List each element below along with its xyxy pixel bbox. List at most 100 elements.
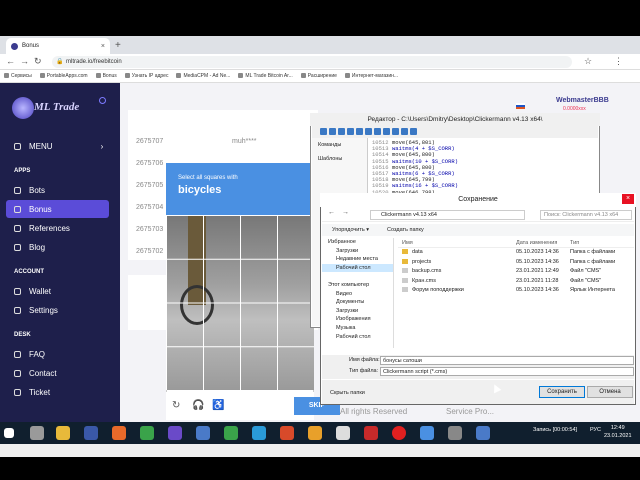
col-name[interactable]: Имя [398, 238, 516, 247]
back-icon[interactable]: ← [328, 209, 335, 216]
tree-item[interactable]: Недавние места [322, 255, 393, 264]
bookmark-item[interactable]: Расширение [301, 73, 337, 79]
templates-tab[interactable]: Шаблоны [312, 152, 367, 166]
cancel-button[interactable]: Отмена [587, 386, 633, 398]
run-icon[interactable] [392, 128, 399, 135]
sidebar-item-ticket[interactable]: Ticket [14, 388, 50, 397]
col-date[interactable]: Дата изменения [516, 238, 570, 247]
tree-item[interactable]: Этот компьютер [322, 281, 393, 290]
taskbar-app-icon[interactable] [448, 426, 462, 440]
new-tab-button[interactable]: + [115, 40, 121, 51]
tree-item[interactable]: Видео [322, 290, 393, 299]
tree-item[interactable]: Избранное [322, 238, 393, 247]
new-folder-button[interactable]: Создать папку [387, 227, 424, 233]
footer-link[interactable]: Service Pro... [446, 407, 494, 416]
flag-icon[interactable] [516, 103, 525, 109]
tree-item[interactable]: Музыка [322, 324, 393, 333]
sidebar-item-settings[interactable]: Settings [14, 306, 58, 315]
bookmark-item[interactable]: Bonus [96, 73, 117, 79]
col-type[interactable]: Тип [570, 238, 624, 247]
folder-tree[interactable]: Избранное Загрузки Недавние места Рабочий с… [322, 238, 394, 348]
explorer-icon[interactable] [56, 426, 70, 440]
bookmark-item[interactable]: Интернет-магазин... [345, 73, 398, 79]
record-icon[interactable] [392, 426, 406, 440]
tree-item[interactable]: Загрузки [322, 307, 393, 316]
taskbar-app-icon[interactable] [476, 426, 490, 440]
headphones-icon[interactable]: 🎧 [192, 400, 204, 411]
new-icon[interactable] [320, 128, 327, 135]
browser-tab[interactable]: Bonus × [6, 38, 110, 54]
clock[interactable]: 12:49 23.01.2021 [604, 424, 632, 440]
copy-icon[interactable] [356, 128, 363, 135]
redo-icon[interactable] [383, 128, 390, 135]
url-input[interactable]: 🔒 mltrade.io/freebitcoin [52, 56, 572, 68]
bookmark-item[interactable]: ML Trade Bitcoin Ar... [238, 73, 292, 79]
reload-icon[interactable]: ↻ [34, 56, 42, 67]
menu-dots-icon[interactable]: ⋮ [614, 56, 623, 67]
tree-item[interactable]: Рабочий стол [322, 263, 393, 273]
filename-input[interactable]: бонусы сатоши [380, 356, 634, 365]
taskbar-app-icon[interactable] [308, 426, 322, 440]
chrome-icon[interactable] [224, 426, 238, 440]
taskbar-app-icon[interactable] [84, 426, 98, 440]
bookmark-item[interactable]: MediaCPM - Ad Ne... [176, 73, 230, 79]
language-indicator[interactable]: РУС [590, 427, 601, 433]
save-icon[interactable] [338, 128, 345, 135]
captcha-grid[interactable] [166, 215, 314, 390]
file-row[interactable]: Форум поподдержки 05.10.2023 14:36 Ярлык И… [398, 286, 634, 296]
search-input[interactable]: Поиск: Clickermann v4.13 x64 [540, 210, 632, 220]
filetype-select[interactable]: Clickermann script (*.cms) [380, 367, 634, 376]
taskbar-app-icon[interactable] [280, 426, 294, 440]
taskbar-app-icon[interactable] [364, 426, 378, 440]
tree-item[interactable] [322, 272, 393, 281]
save-button[interactable]: Сохранить [539, 386, 585, 398]
chrome-icon[interactable] [140, 426, 154, 440]
hide-folders-button[interactable]: Скрыть папки [330, 390, 365, 396]
tree-item[interactable]: Рабочий стол [322, 333, 393, 342]
code-area[interactable]: 10512 move(645,801) 10513 waitms(4 + $S_COR… [372, 139, 458, 196]
file-row[interactable]: Кран.cms 23.01.2021 11:28 Файл "CMS" [398, 277, 634, 287]
taskbar-app-icon[interactable] [196, 426, 210, 440]
sidebar-toggle-icon[interactable] [99, 97, 106, 104]
bookmark-item[interactable]: Узнать IP адрес [125, 73, 169, 79]
sidebar-item-bonus[interactable]: Bonus [14, 205, 52, 214]
taskbar-app-icon[interactable] [336, 426, 350, 440]
taskbar-app-icon[interactable] [420, 426, 434, 440]
close-tab-icon[interactable]: × [101, 43, 105, 50]
tree-item[interactable]: Изображения [322, 315, 393, 324]
record-icon[interactable] [401, 128, 408, 135]
sidebar-item-menu[interactable]: MENU › [14, 142, 103, 151]
sidebar-item-references[interactable]: References [14, 224, 70, 233]
paste-icon[interactable] [365, 128, 372, 135]
sidebar-item-contact[interactable]: Contact [14, 369, 57, 378]
undo-icon[interactable] [374, 128, 381, 135]
bookmark-item[interactable]: PortableApps.com [40, 73, 88, 79]
taskbar-app-icon[interactable] [30, 426, 44, 440]
forward-icon[interactable]: → [20, 56, 29, 66]
file-row[interactable]: backup.cms 23.01.2021 12:49 Файл "CMS" [398, 267, 634, 277]
commands-tab[interactable]: Команды [312, 138, 367, 152]
help-icon[interactable] [410, 128, 417, 135]
forward-icon[interactable]: → [342, 209, 349, 216]
recording-status[interactable]: Запись [00:00:54] [533, 427, 577, 433]
back-icon[interactable]: ← [6, 56, 15, 66]
sidebar-item-faq[interactable]: FAQ [14, 350, 45, 359]
firefox-icon[interactable] [112, 426, 126, 440]
open-icon[interactable] [329, 128, 336, 135]
sidebar-item-blog[interactable]: Blog [14, 243, 45, 252]
file-row[interactable]: projects 05.10.2023 14:36 Папка с файлами [398, 258, 634, 268]
bookmark-item[interactable]: Сервисы [4, 73, 32, 79]
organize-button[interactable]: Упорядочить ▾ [332, 227, 369, 233]
refresh-icon[interactable]: ↻ [172, 400, 180, 411]
cut-icon[interactable] [347, 128, 354, 135]
start-icon[interactable] [4, 428, 14, 438]
taskbar-app-icon[interactable] [252, 426, 266, 440]
sidebar-item-wallet[interactable]: Wallet [14, 287, 51, 296]
file-list[interactable]: Имя Дата изменения Тип data 05.10.2023 14:3… [398, 238, 634, 296]
tree-item[interactable]: Загрузки [322, 247, 393, 256]
accessibility-icon[interactable]: ♿ [212, 400, 224, 411]
path-box[interactable]: Clickermann v4.13 x64 [370, 210, 525, 220]
tree-item[interactable]: Документы [322, 298, 393, 307]
file-row[interactable]: data 05.10.2023 14:36 Папка с файлами [398, 248, 634, 258]
close-icon[interactable]: × [622, 194, 634, 204]
